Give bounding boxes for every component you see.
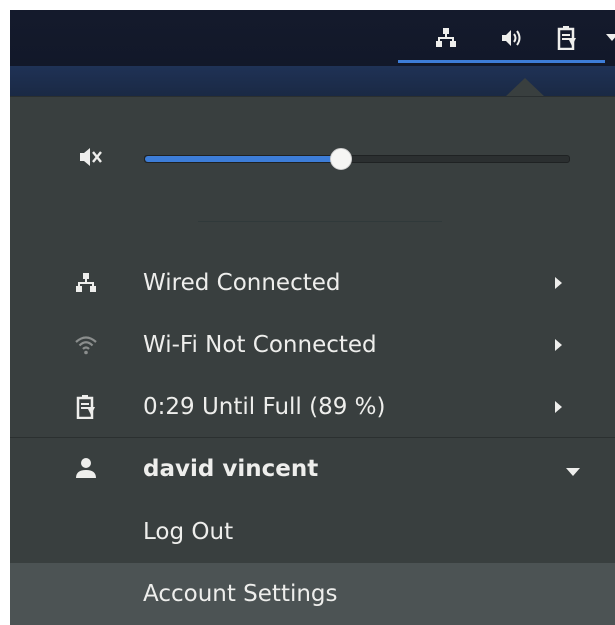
- battery-charging-icon: [72, 393, 100, 421]
- menu-item-wifi-label: Wi-Fi Not Connected: [143, 332, 377, 358]
- system-menu: Wired Connected Wi-Fi Not Connected 0:29…: [10, 96, 615, 625]
- tray-network-icon[interactable]: [428, 10, 464, 66]
- tray-battery-icon[interactable]: [550, 10, 584, 66]
- menu-item-wifi[interactable]: Wi-Fi Not Connected: [10, 315, 615, 375]
- tray-dropdown-arrow-icon[interactable]: [602, 10, 615, 66]
- chevron-right-icon: [555, 401, 562, 413]
- log-out-label: Log Out: [143, 519, 234, 545]
- wifi-icon: [72, 331, 100, 359]
- account-settings-button[interactable]: Account Settings: [10, 563, 615, 625]
- user-icon: [72, 454, 100, 482]
- active-indicator: [398, 60, 605, 63]
- log-out-button[interactable]: Log Out: [10, 501, 615, 563]
- network-wired-icon: [72, 269, 100, 297]
- menu-item-battery-label: 0:29 Until Full (89 %): [143, 394, 386, 420]
- volume-slider-knob[interactable]: [330, 148, 353, 170]
- volume-muted-icon[interactable]: [76, 143, 106, 171]
- chevron-right-icon: [555, 339, 562, 351]
- dropdown-arrow-icon: [606, 34, 615, 41]
- volume-slider-fill: [145, 156, 341, 162]
- chevron-right-icon: [555, 277, 562, 289]
- battery-charging-icon: [557, 26, 576, 50]
- separator: [198, 221, 442, 222]
- account-settings-label: Account Settings: [143, 581, 338, 607]
- top-bar: [10, 10, 615, 66]
- user-name-label: david vincent: [143, 456, 319, 482]
- volume-slider[interactable]: [144, 148, 570, 170]
- menu-item-battery[interactable]: 0:29 Until Full (89 %): [10, 377, 615, 437]
- chevron-down-icon: [566, 468, 580, 476]
- menu-item-wired[interactable]: Wired Connected: [10, 253, 615, 313]
- menu-item-user[interactable]: david vincent: [10, 438, 615, 500]
- menu-pointer: [505, 78, 545, 97]
- menu-item-wired-label: Wired Connected: [143, 270, 341, 296]
- network-wired-icon: [436, 28, 456, 47]
- tray-volume-icon[interactable]: [494, 10, 530, 66]
- volume-icon: [502, 30, 521, 46]
